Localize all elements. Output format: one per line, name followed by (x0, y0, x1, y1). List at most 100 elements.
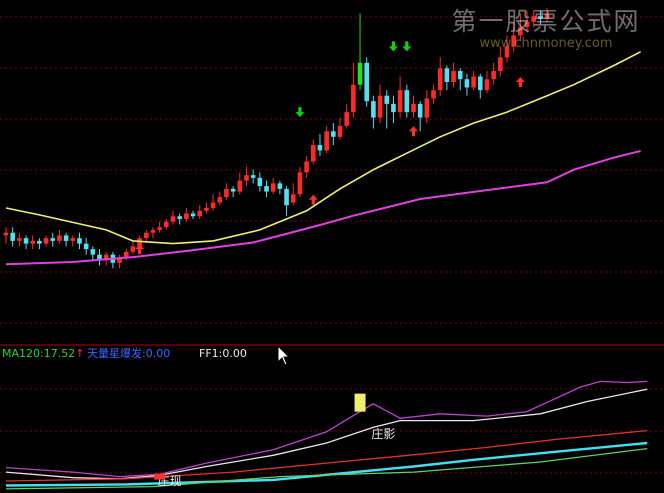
ma120-legend: MA120:17.52↑ (2, 346, 84, 362)
candle-body (190, 213, 196, 217)
candle-body (90, 249, 96, 255)
candle-body (518, 27, 523, 36)
candlestick-series (3, 8, 550, 269)
candle-body (290, 194, 296, 203)
candle-body (23, 238, 29, 244)
down-arrow-icon (388, 41, 398, 52)
candle-body (538, 16, 543, 19)
candle-body (150, 229, 156, 233)
indicator-panel-grid (0, 388, 664, 474)
candle-body (197, 210, 203, 217)
candle-body (43, 238, 49, 244)
candle-body (264, 186, 269, 192)
candle-body (344, 112, 349, 126)
up-arrow-icon (408, 126, 418, 137)
indicator-line-ind_magenta (5, 380, 648, 478)
candle-body (3, 232, 9, 236)
candle-body (304, 161, 309, 173)
candle-body (17, 238, 22, 241)
down-arrow-icon (402, 41, 412, 52)
candle-body (511, 35, 516, 47)
stock-chart: 庄影庄现 (0, 8, 664, 490)
down-arrow-icon (295, 107, 305, 118)
candle-body (297, 172, 303, 195)
candle-body (498, 57, 503, 72)
candle-body (257, 177, 263, 187)
candle-body (477, 76, 483, 91)
candle-body (30, 240, 36, 244)
indicator-line-ind_green (5, 447, 648, 490)
candle-body (250, 175, 256, 178)
candle-body (277, 183, 283, 189)
candle-body (284, 188, 289, 206)
candle-body (270, 183, 276, 192)
candle-body (371, 101, 376, 118)
candle-body (143, 232, 149, 239)
candle-body (384, 95, 390, 104)
ff1-legend: FF1:0.00 (199, 347, 247, 360)
candle-body (63, 235, 69, 241)
candle-body (164, 221, 169, 228)
signal-legend: 天量星爆发:0.00 (87, 347, 171, 360)
candle-body (504, 46, 510, 58)
candle-body (457, 71, 463, 80)
ma120-line (5, 150, 641, 266)
candle-body (451, 71, 456, 82)
candle-body (377, 95, 383, 118)
candle-body (437, 68, 443, 91)
candle-body (204, 208, 209, 211)
indicator-label: 庄影 (371, 426, 395, 441)
candle-body (70, 238, 76, 241)
candle-body (417, 103, 423, 118)
mouse-pointer-icon (277, 345, 291, 366)
candle-body (391, 103, 396, 113)
candle-body (544, 13, 550, 19)
candle-body (177, 216, 182, 219)
ma120-arrow: ↑ (75, 347, 85, 360)
up-arrow-icon (135, 244, 145, 255)
ma120-label: MA120:17.52 (2, 347, 76, 360)
candle-body (83, 243, 89, 250)
signal-bar (154, 473, 166, 480)
candle-body (210, 202, 216, 209)
candle-body (357, 62, 363, 85)
candle-body (424, 98, 430, 118)
candle-body (224, 188, 229, 198)
candle-body (484, 79, 490, 91)
candle-body (170, 216, 176, 222)
candle-body (317, 145, 323, 151)
candle-body (331, 131, 336, 137)
candle-body (471, 76, 476, 88)
candle-body (130, 246, 136, 252)
candle-body (50, 238, 56, 241)
candle-body (364, 62, 370, 102)
candle-body (10, 232, 15, 241)
candle-body (184, 213, 189, 219)
candle-body (337, 125, 343, 137)
candle-body (77, 238, 82, 244)
candle-body (524, 21, 530, 28)
candle-body (244, 175, 249, 181)
moving-average-lines (5, 51, 641, 266)
indicator-line-ind_white (5, 388, 648, 480)
candle-body (237, 180, 243, 192)
candle-body (310, 145, 316, 162)
candle-body (491, 71, 496, 80)
candle-body (217, 197, 223, 203)
candle-body (531, 16, 537, 22)
up-arrow-icon (308, 194, 318, 205)
candle-body (397, 90, 403, 113)
main-panel-grid (0, 16, 664, 324)
candle-body (157, 227, 162, 230)
up-arrow-icon (515, 76, 525, 87)
candle-body (57, 235, 62, 241)
candle-body (464, 79, 470, 88)
candle-body (351, 84, 356, 113)
candle-body (404, 90, 410, 113)
candle-body (37, 240, 42, 244)
candle-body (444, 68, 450, 82)
ma-short-line (5, 51, 641, 245)
candle-body (230, 188, 236, 192)
candle-body (431, 90, 436, 99)
signal-bar (354, 393, 366, 412)
